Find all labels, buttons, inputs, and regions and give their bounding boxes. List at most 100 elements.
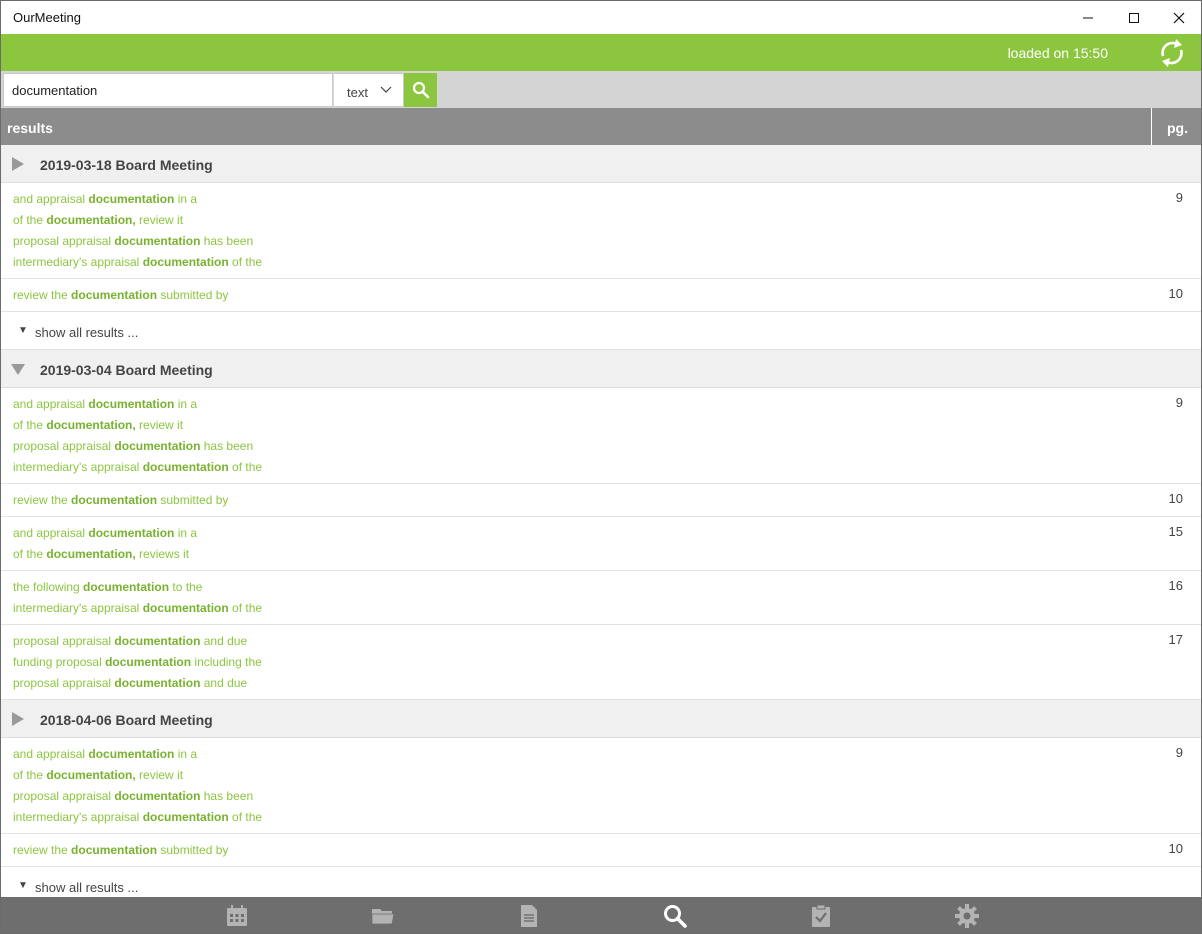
calendar-icon bbox=[227, 905, 247, 926]
group-title: 2019-03-04 Board Meeting bbox=[40, 362, 213, 378]
snippet-text: review the bbox=[13, 288, 72, 302]
snippet-text: review the bbox=[13, 493, 72, 507]
snippet-text: proposal appraisal bbox=[13, 676, 115, 690]
snippet-text: and appraisal bbox=[13, 747, 89, 761]
search-type-value: text bbox=[347, 85, 368, 100]
snippet-text: proposal appraisal bbox=[13, 439, 115, 453]
snippet-text: reviews it bbox=[135, 547, 190, 561]
result-row[interactable]: review the documentation submitted by 10 bbox=[1, 484, 1201, 517]
snippet-text: intermediary's appraisal bbox=[13, 460, 143, 474]
snippet-text: in a bbox=[174, 192, 198, 206]
result-page-number: 15 bbox=[1168, 524, 1183, 539]
nav-clipboard-check-button[interactable] bbox=[801, 897, 841, 933]
result-snippet-line: funding proposal documentation including… bbox=[13, 652, 1201, 673]
snippet-text: of the bbox=[228, 460, 263, 474]
snippet-text: the following bbox=[13, 580, 84, 594]
results-header: results pg. bbox=[1, 108, 1201, 145]
snippet-text: intermediary's appraisal bbox=[13, 601, 143, 615]
search-type-select[interactable]: text bbox=[333, 73, 404, 107]
snippet-text: submitted by bbox=[157, 288, 229, 302]
result-row[interactable]: and appraisal documentation in a of the d… bbox=[1, 183, 1201, 279]
snippet-text: and due bbox=[200, 676, 248, 690]
snippet-text: of the bbox=[13, 547, 47, 561]
search-input[interactable] bbox=[3, 73, 333, 107]
snippet-text: has been bbox=[200, 234, 254, 248]
result-snippet-line: proposal appraisal documentation has bee… bbox=[13, 231, 1201, 252]
search-button[interactable] bbox=[404, 73, 437, 107]
snippet-highlight: documentation bbox=[114, 789, 201, 803]
clipboard-check-icon bbox=[812, 904, 830, 927]
result-row[interactable]: and appraisal documentation in a of the d… bbox=[1, 738, 1201, 834]
result-snippet-line: and appraisal documentation in a bbox=[13, 744, 1201, 765]
result-snippet-line: and appraisal documentation in a bbox=[13, 394, 1201, 415]
triangle-right-icon[interactable] bbox=[11, 712, 25, 726]
result-snippet-line: proposal appraisal documentation has bee… bbox=[13, 786, 1201, 807]
snippet-text: of the bbox=[13, 768, 47, 782]
result-page-number: 9 bbox=[1175, 745, 1183, 760]
search-icon bbox=[412, 81, 430, 99]
result-row[interactable]: proposal appraisal documentation and due… bbox=[1, 625, 1201, 700]
snippet-text: of the bbox=[228, 601, 263, 615]
result-row[interactable]: the following documentation to the interm… bbox=[1, 571, 1201, 625]
snippet-text: submitted by bbox=[157, 843, 229, 857]
result-snippet-line: review the documentation submitted by bbox=[13, 285, 1201, 306]
snippet-highlight: documentation bbox=[105, 655, 192, 669]
page-column-header: pg. bbox=[1151, 108, 1201, 145]
nav-document-button[interactable] bbox=[509, 897, 549, 933]
app-window: OurMeeting loaded on 15:50 text bbox=[0, 0, 1202, 934]
snippet-highlight: documentation, bbox=[46, 547, 136, 561]
group-header[interactable]: 2018-04-06 Board Meeting bbox=[1, 700, 1201, 738]
snippet-highlight: documentation, bbox=[46, 418, 136, 432]
result-snippet-line: proposal appraisal documentation and due bbox=[13, 673, 1201, 694]
maximize-button[interactable] bbox=[1111, 1, 1157, 34]
result-snippet-line: intermediary's appraisal documentation o… bbox=[13, 252, 1201, 273]
result-snippet-line: of the documentation, review it bbox=[13, 415, 1201, 436]
snippet-highlight: documentation, bbox=[46, 213, 136, 227]
triangle-right-icon[interactable] bbox=[11, 157, 25, 171]
result-row[interactable]: review the documentation submitted by 10 bbox=[1, 279, 1201, 312]
snippet-highlight: documentation bbox=[114, 634, 201, 648]
window-title: OurMeeting bbox=[13, 10, 81, 25]
snippet-highlight: documentation bbox=[88, 397, 175, 411]
snippet-text: review the bbox=[13, 843, 72, 857]
result-page-number: 10 bbox=[1168, 491, 1183, 506]
snippet-text: proposal appraisal bbox=[13, 234, 115, 248]
group-header[interactable]: 2019-03-18 Board Meeting bbox=[1, 145, 1201, 183]
result-snippet-line: and appraisal documentation in a bbox=[13, 523, 1201, 544]
close-icon bbox=[1173, 12, 1185, 24]
result-snippet-line: proposal appraisal documentation has bee… bbox=[13, 436, 1201, 457]
nav-search-button[interactable] bbox=[655, 897, 695, 933]
triangle-down-icon: ▼ bbox=[18, 880, 28, 891]
search-icon bbox=[664, 905, 687, 928]
snippet-text: of the bbox=[228, 255, 263, 269]
result-snippet-line: and appraisal documentation in a bbox=[13, 189, 1201, 210]
snippet-highlight: documentation bbox=[88, 747, 175, 761]
result-row[interactable]: and appraisal documentation in a of the d… bbox=[1, 388, 1201, 484]
show-all-results-link[interactable]: ▼ show all results ... bbox=[1, 312, 1201, 350]
nav-calendar-button[interactable] bbox=[217, 897, 257, 933]
snippet-text: in a bbox=[174, 747, 198, 761]
nav-folder-button[interactable] bbox=[363, 897, 403, 933]
result-snippet-line: of the documentation, review it bbox=[13, 210, 1201, 231]
triangle-down-icon[interactable] bbox=[11, 362, 25, 376]
snippet-text: proposal appraisal bbox=[13, 634, 115, 648]
result-snippet-line: intermediary's appraisal documentation o… bbox=[13, 807, 1201, 828]
snippet-text: in a bbox=[174, 397, 198, 411]
snippet-text: in a bbox=[174, 526, 198, 540]
snippet-text: intermediary's appraisal bbox=[13, 255, 143, 269]
snippet-text: submitted by bbox=[157, 493, 229, 507]
snippet-text: review it bbox=[135, 418, 184, 432]
result-row[interactable]: review the documentation submitted by 10 bbox=[1, 834, 1201, 867]
snippet-highlight: documentation bbox=[88, 192, 175, 206]
group-header[interactable]: 2019-03-04 Board Meeting bbox=[1, 350, 1201, 388]
close-button[interactable] bbox=[1156, 1, 1201, 34]
result-row[interactable]: and appraisal documentation in a of the d… bbox=[1, 517, 1201, 571]
snippet-text: funding proposal bbox=[13, 655, 106, 669]
snippet-highlight: documentation, bbox=[46, 768, 136, 782]
refresh-button[interactable] bbox=[1157, 38, 1187, 68]
group-title: 2019-03-18 Board Meeting bbox=[40, 157, 213, 173]
minimize-button[interactable] bbox=[1065, 1, 1111, 34]
snippet-text: review it bbox=[135, 768, 184, 782]
snippet-text: and appraisal bbox=[13, 192, 89, 206]
nav-gear-button[interactable] bbox=[947, 897, 987, 933]
